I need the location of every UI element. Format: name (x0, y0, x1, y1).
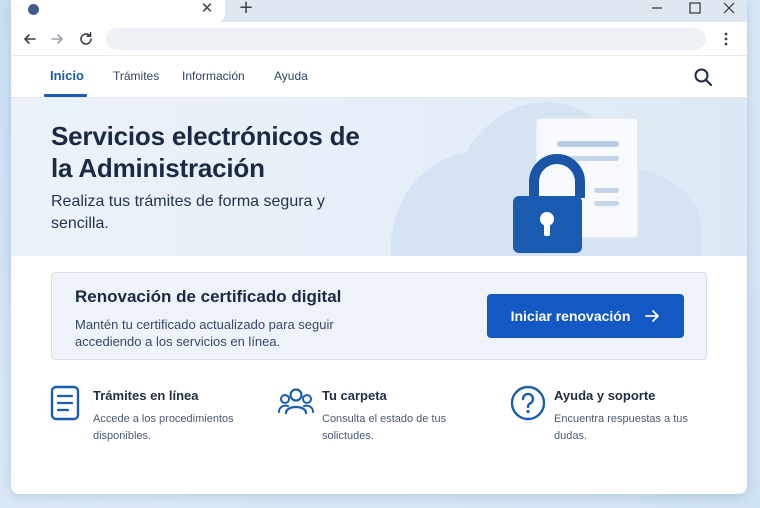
browser-window: ✕ + Inicio Trámites Información Ayuda Se… (11, 0, 747, 494)
new-tab-button[interactable]: + (238, 0, 254, 17)
browser-tab[interactable]: ✕ (11, 0, 225, 22)
feature-ayuda-soporte[interactable]: Ayuda y soporte Encuentra respuestas a t… (510, 385, 730, 455)
document-list-icon (50, 385, 80, 421)
feature-title: Ayuda y soporte (554, 388, 656, 403)
maximize-icon[interactable] (685, 0, 705, 16)
back-arrow-icon[interactable] (22, 31, 38, 47)
help-circle-icon (510, 385, 546, 421)
feature-title: Trámites en línea (93, 388, 199, 403)
start-renewal-label: Iniciar renovación (510, 308, 631, 324)
feature-text: Accede a los procedimientos disponibles. (93, 413, 234, 442)
renewal-card-title: Renovación de certificado digital (75, 287, 342, 306)
hero-title: Servicios electrónicos de la Administrac… (51, 121, 360, 183)
tab-strip: ✕ + (11, 0, 747, 22)
nav-link-tramites[interactable]: Trámites (113, 69, 159, 83)
feature-tramites-en-linea[interactable]: Trámites en línea Accede a los procedimi… (49, 385, 269, 455)
nav-link-informacion[interactable]: Información (182, 69, 245, 83)
site-navigation: Inicio Trámites Información Ayuda (11, 56, 747, 98)
tab-close-icon[interactable]: ✕ (199, 0, 215, 16)
feature-text: Consulta el estado de tus solictudes. (322, 413, 447, 442)
nav-link-inicio[interactable]: Inicio (50, 68, 84, 83)
certificate-renewal-card: Renovación de certificado digital Mantén… (51, 272, 707, 360)
arrow-right-icon (645, 310, 660, 322)
reload-icon[interactable] (78, 31, 94, 47)
search-icon[interactable] (693, 67, 713, 87)
hero-subtitle: Realiza tus trámites de forma segura y s… (51, 193, 325, 232)
feature-title: Tu carpeta (322, 388, 387, 403)
forward-arrow-icon[interactable] (49, 31, 65, 47)
window-close-icon[interactable] (719, 0, 739, 16)
start-renewal-button[interactable]: Iniciar renovación (487, 294, 684, 338)
renewal-card-text: Mantén tu certificado actualizado para s… (75, 317, 334, 349)
users-icon (278, 388, 314, 415)
feature-tu-carpeta[interactable]: Tu carpeta Consulta el estado de tus sol… (278, 385, 498, 455)
browser-toolbar (11, 22, 747, 56)
address-bar[interactable] (106, 28, 706, 50)
hero-banner: Servicios electrónicos de la Administrac… (11, 98, 747, 256)
feature-text: Encuentra respuestas a tus dudas. (554, 413, 688, 442)
nav-link-ayuda[interactable]: Ayuda (274, 69, 308, 83)
more-menu-icon[interactable] (718, 31, 734, 47)
favicon-icon (28, 4, 39, 15)
minimize-icon[interactable] (647, 0, 667, 16)
active-nav-indicator (44, 94, 87, 97)
security-illustration (391, 102, 701, 256)
